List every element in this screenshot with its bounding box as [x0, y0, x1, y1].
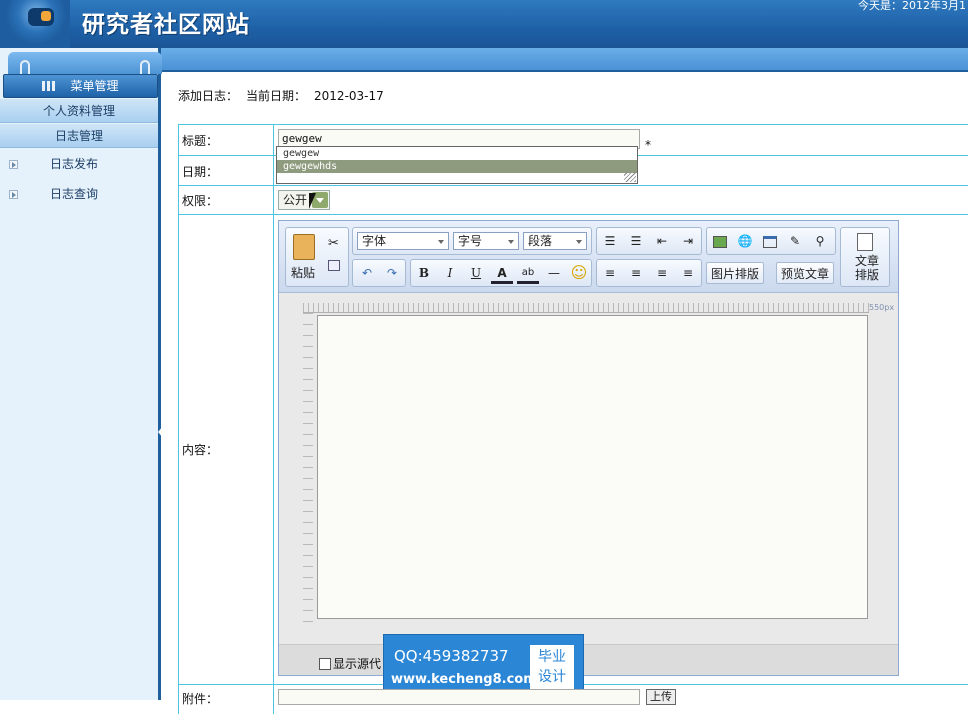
copy-icon[interactable]	[328, 260, 340, 271]
autocomplete-option[interactable]: gewgew	[277, 147, 637, 160]
paste-icon[interactable]	[293, 234, 315, 260]
ruler-width-label: 550px	[869, 303, 895, 312]
checkbox-icon[interactable]	[319, 658, 331, 670]
menu-header: 菜单管理	[3, 74, 158, 98]
content-label: 内容：	[182, 443, 219, 457]
paragraph-select[interactable]: 段落	[523, 232, 587, 250]
editor-toolbar: 粘贴 ✂ 字体 字号 段落 ☰ ☰ ⇤ ⇥ 🌐 ✎ ⚲ 文章排版 ↶ ↷ B I…	[279, 221, 898, 293]
history-group: ↶ ↷	[352, 259, 406, 287]
watermark-url: www.kecheng8.com	[391, 672, 537, 687]
autocomplete-dropdown: gewgew gewgewhds	[276, 146, 638, 184]
indent-icon[interactable]: ⇥	[677, 230, 699, 252]
permission-label: 权限：	[182, 194, 219, 208]
site-title: 研究者社区网站	[82, 11, 250, 38]
format-group: B I U A ab — ☺	[410, 259, 592, 287]
insert-group: 🌐 ✎ ⚲	[706, 227, 836, 255]
note-icon[interactable]: ✎	[784, 230, 806, 252]
watermark-qq: QQ:459382737	[394, 647, 509, 665]
list-group: ☰ ☰ ⇤ ⇥	[596, 227, 702, 255]
expand-arrow-icon	[9, 190, 18, 199]
font-size-select[interactable]: 字号	[453, 232, 519, 250]
font-color-icon[interactable]: A	[491, 262, 513, 284]
attachment-input[interactable]	[278, 689, 640, 705]
image-layout-button[interactable]: 图片排版	[706, 262, 765, 284]
sidebar-item-label: 日志查询	[50, 187, 99, 201]
outdent-icon[interactable]: ⇤	[651, 230, 673, 252]
underline-icon[interactable]: U	[465, 262, 487, 284]
resize-grip-icon[interactable]	[624, 172, 636, 182]
site-header: 研究者社区网站 今天是：2012年3月1	[0, 0, 968, 48]
mouse-cursor-icon	[309, 193, 316, 209]
unordered-list-icon[interactable]: ☰	[625, 230, 647, 252]
undo-icon[interactable]: ↶	[356, 262, 378, 284]
search-icon[interactable]: ⚲	[809, 230, 831, 252]
grid-icon	[42, 81, 57, 91]
horizontal-rule-icon[interactable]: —	[543, 262, 565, 284]
sidebar-section-profile[interactable]: 个人资料管理	[0, 99, 158, 123]
table-icon[interactable]	[759, 230, 781, 252]
permission-value: 公开	[283, 193, 308, 207]
today-date: 今天是：2012年3月1	[858, 0, 966, 12]
date-label: 日期：	[182, 165, 219, 179]
article-layout-group: 文章排版	[840, 227, 890, 287]
attachment-label: 附件：	[182, 692, 219, 706]
italic-icon[interactable]: I	[439, 262, 461, 284]
show-source-label: 显示源代	[333, 657, 382, 671]
horizontal-ruler	[303, 303, 869, 313]
watermark-stamp: 毕业 设计	[530, 645, 574, 689]
font-select[interactable]: 字体	[357, 232, 449, 250]
collapse-sidebar-icon[interactable]	[158, 426, 163, 438]
editor-content-area[interactable]	[317, 315, 868, 619]
show-source-checkbox[interactable]: 显示源代	[319, 655, 381, 672]
sidebar-item-log-publish[interactable]: 日志发布	[0, 149, 158, 179]
binder-ring-icon	[140, 60, 150, 74]
current-date: 2012-03-17	[314, 89, 384, 103]
required-mark: *	[645, 138, 651, 152]
article-layout-button[interactable]: 文章排版	[853, 254, 881, 282]
page-heading: 添加日志： 当前日期： 2012-03-17	[178, 87, 384, 104]
emoticon-icon[interactable]: ☺	[568, 262, 590, 284]
align-group: ≡ ≡ ≡ ≡	[596, 259, 702, 287]
page-title: 添加日志：	[178, 89, 239, 103]
cut-icon[interactable]: ✂	[328, 236, 339, 251]
sidebar-section-log[interactable]: 日志管理	[0, 124, 158, 148]
highlight-icon[interactable]: ab	[517, 262, 539, 284]
current-date-label: 当前日期：	[246, 89, 307, 103]
menu-title: 菜单管理	[70, 79, 119, 93]
bold-icon[interactable]: B	[413, 262, 435, 284]
document-icon[interactable]	[857, 233, 873, 251]
vertical-ruler	[303, 313, 313, 623]
expand-arrow-icon	[9, 160, 18, 169]
autocomplete-option-selected[interactable]: gewgewhds	[277, 160, 637, 173]
preview-button[interactable]: 预览文章	[776, 262, 835, 284]
sidebar-tab	[8, 52, 162, 74]
permission-select[interactable]: 公开	[278, 190, 330, 210]
sidebar-item-label: 日志发布	[50, 157, 99, 171]
ordered-list-icon[interactable]: ☰	[599, 230, 621, 252]
sidebar: 菜单管理 个人资料管理 日志管理 日志发布 日志查询	[0, 48, 163, 700]
justify-icon[interactable]: ≡	[677, 262, 699, 284]
clipboard-group: 粘贴 ✂	[285, 227, 349, 287]
align-center-icon[interactable]: ≡	[625, 262, 647, 284]
link-icon[interactable]: 🌐	[734, 230, 756, 252]
align-left-icon[interactable]: ≡	[599, 262, 621, 284]
redo-icon[interactable]: ↷	[381, 262, 403, 284]
paste-button[interactable]: 粘贴	[291, 264, 315, 281]
image-icon[interactable]	[709, 230, 731, 252]
upload-button[interactable]: 上传	[646, 689, 676, 705]
font-group: 字体 字号 段落	[352, 227, 592, 255]
binder-ring-icon	[20, 60, 30, 74]
title-label: 标题：	[182, 134, 219, 148]
rich-text-editor: 粘贴 ✂ 字体 字号 段落 ☰ ☰ ⇤ ⇥ 🌐 ✎ ⚲ 文章排版 ↶ ↷ B I…	[278, 220, 899, 676]
align-right-icon[interactable]: ≡	[651, 262, 673, 284]
watermark-banner: QQ:459382737 www.kecheng8.com 毕业 设计	[383, 634, 584, 695]
site-logo	[0, 0, 70, 48]
sidebar-item-log-query[interactable]: 日志查询	[0, 179, 158, 209]
